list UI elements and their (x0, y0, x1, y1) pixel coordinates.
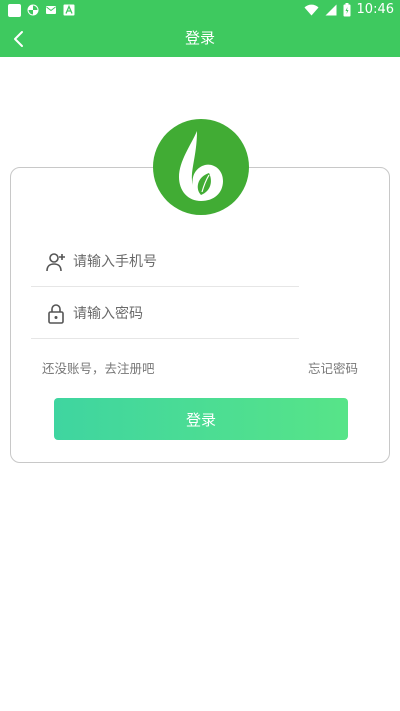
status-bar-notifications (8, 3, 75, 17)
battery-icon (343, 3, 351, 17)
status-time: 10:46 (356, 2, 394, 17)
phone-input[interactable] (73, 246, 293, 278)
leaf-drop-logo (179, 131, 223, 201)
forgot-password-link[interactable]: 忘记密码 (308, 360, 358, 378)
password-field (31, 288, 299, 339)
status-bar-system: 10:46 (304, 2, 394, 18)
chevron-left-icon (14, 31, 23, 47)
wifi-icon (304, 4, 319, 16)
login-button[interactable]: 登录 (54, 398, 348, 440)
user-add-icon (46, 253, 65, 272)
square-icon (8, 3, 21, 17)
register-link[interactable]: 还没账号，去注册吧 (42, 360, 155, 378)
password-input[interactable] (73, 298, 293, 330)
lock-icon (48, 304, 64, 324)
title-bar: 登录 (0, 20, 400, 57)
pinwheel-icon (27, 4, 39, 16)
mail-icon (46, 6, 56, 14)
font-a-icon (63, 4, 75, 16)
signal-icon (325, 4, 337, 16)
status-bar: 10:46 (0, 0, 400, 20)
phone-field (31, 236, 299, 287)
back-button[interactable] (6, 26, 32, 52)
app-logo (153, 119, 249, 215)
page-title: 登录 (184, 29, 215, 47)
